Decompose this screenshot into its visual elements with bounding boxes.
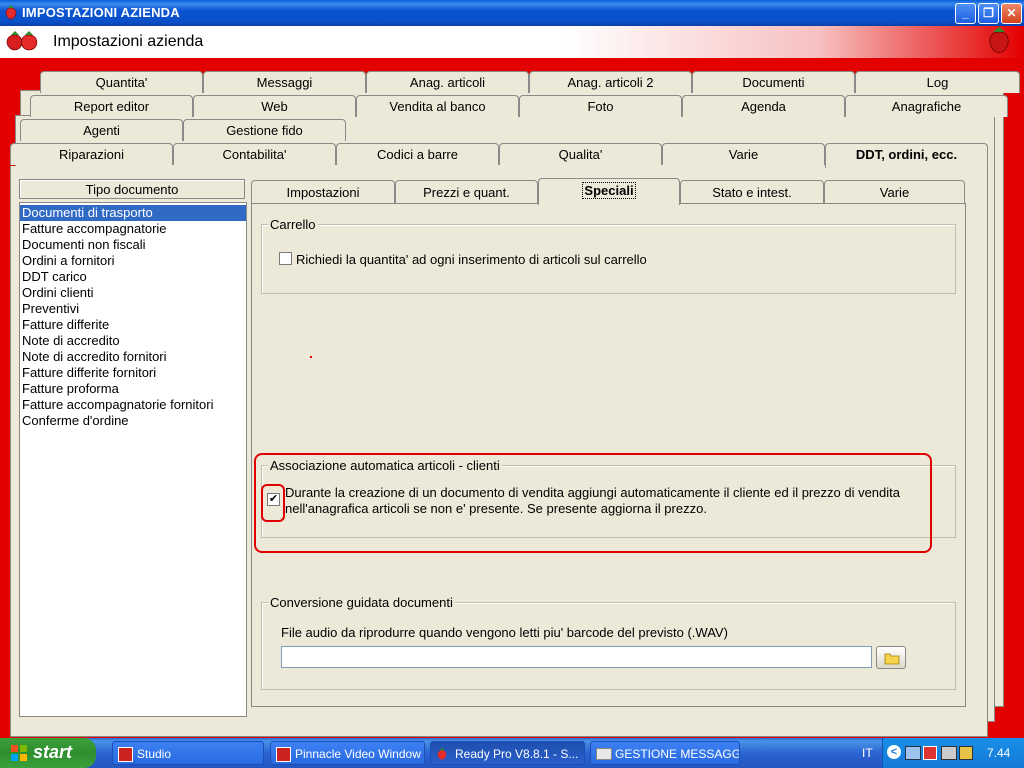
list-item[interactable]: DDT carico <box>20 269 246 285</box>
taskbar-item-pinnacle[interactable]: Pinnacle Video Window <box>270 741 425 765</box>
tab-codici-a-barre[interactable]: Codici a barre <box>336 143 499 165</box>
folder-icon <box>884 651 900 668</box>
tab-documenti[interactable]: Documenti <box>692 71 855 93</box>
red-dot <box>310 356 312 358</box>
tab-varie[interactable]: Varie <box>662 143 825 165</box>
app-icon <box>118 747 133 762</box>
system-tray: < 7.44 <box>882 738 1024 768</box>
clock[interactable]: 7.44 <box>987 746 1010 760</box>
restore-button[interactable]: ❐ <box>978 3 999 24</box>
list-item[interactable]: Preventivi <box>20 301 246 317</box>
tab-riparazioni[interactable]: Riparazioni <box>10 143 173 165</box>
conversione-label: Conversione guidata documenti <box>268 595 455 610</box>
annotation-checkbox-box <box>261 484 285 522</box>
list-item-documenti-di-trasporto[interactable]: Documenti di trasporto <box>20 205 246 221</box>
list-item[interactable]: Fatture accompagnatorie <box>20 221 246 237</box>
app-icon <box>276 747 291 762</box>
tab-web[interactable]: Web <box>193 95 356 117</box>
list-item[interactable]: Ordini clienti <box>20 285 246 301</box>
strawberry-icon <box>436 746 448 764</box>
subtab-prezzi-e-quant[interactable]: Prezzi e quant. <box>395 180 538 204</box>
tab-qualita[interactable]: Qualita' <box>499 143 662 165</box>
security-icon[interactable] <box>923 746 937 760</box>
subtab-speciali[interactable]: Speciali <box>538 178 680 205</box>
network-icon[interactable] <box>905 746 921 760</box>
title-bar[interactable]: IMPOSTAZIONI AZIENDA _ ❐ ✕ <box>0 0 1024 26</box>
page-title: Impostazioni azienda <box>53 33 204 50</box>
chevron-left-icon[interactable]: < <box>887 745 901 759</box>
tab-report-editor[interactable]: Report editor <box>30 95 193 117</box>
close-button[interactable]: ✕ <box>1001 3 1022 24</box>
taskbar: start Studio Pinnacle Video Window Ready… <box>0 738 1024 768</box>
audio-file-label: File audio da riprodurre quando vengono … <box>281 625 728 640</box>
audio-file-input[interactable] <box>281 646 872 668</box>
list-item[interactable]: Note di accredito <box>20 333 246 349</box>
start-label: start <box>33 742 73 762</box>
window-title: IMPOSTAZIONI AZIENDA <box>22 5 180 20</box>
tab-log[interactable]: Log <box>855 71 1020 93</box>
tab-gestione-fido[interactable]: Gestione fido <box>183 119 346 141</box>
list-item[interactable]: Fatture differite <box>20 317 246 333</box>
tab-ddt-ordini[interactable]: DDT, ordini, ecc. <box>825 143 988 168</box>
subtab-stato-e-intest[interactable]: Stato e intest. <box>680 180 824 204</box>
taskbar-item-gestione-messaggi[interactable]: GESTIONE MESSAGGI... <box>590 741 740 765</box>
tab-messaggi[interactable]: Messaggi <box>203 71 366 93</box>
minimize-button[interactable]: _ <box>955 3 976 24</box>
language-indicator[interactable]: IT <box>862 746 873 760</box>
tab-contabilita[interactable]: Contabilita' <box>173 143 336 165</box>
start-button[interactable]: start <box>0 738 96 768</box>
carrello-checkbox-label: Richiedi la quantita' ad ogni inseriment… <box>296 252 647 267</box>
hardware-icon[interactable] <box>941 746 957 760</box>
tab-vendita-al-banco[interactable]: Vendita al banco <box>356 95 519 117</box>
tab-anag-articoli-2[interactable]: Anag. articoli 2 <box>529 71 692 93</box>
annotation-highlight-box <box>254 453 932 553</box>
tab-foto[interactable]: Foto <box>519 95 682 117</box>
list-item[interactable]: Note di accredito fornitori <box>20 349 246 365</box>
windows-logo-icon <box>10 744 28 767</box>
carrello-checkbox[interactable] <box>279 252 292 265</box>
taskbar-item-ready-pro[interactable]: Ready Pro V8.8.1 - S... <box>430 741 585 765</box>
envelope-icon <box>596 748 612 760</box>
browse-folder-button[interactable] <box>876 646 906 669</box>
header-band: Impostazioni azienda <box>0 26 1024 58</box>
list-item[interactable]: Fatture proforma <box>20 381 246 397</box>
tab-anag-articoli[interactable]: Anag. articoli <box>366 71 529 93</box>
strawberries-logo-icon <box>3 29 41 56</box>
taskbar-item-studio[interactable]: Studio <box>112 741 264 765</box>
tab-agenda[interactable]: Agenda <box>682 95 845 117</box>
list-item[interactable]: Fatture accompagnatorie fornitori <box>20 397 246 413</box>
list-item[interactable]: Conferme d'ordine <box>20 413 246 429</box>
tab-anagrafiche[interactable]: Anagrafiche <box>845 95 1008 117</box>
list-item[interactable]: Fatture differite fornitori <box>20 365 246 381</box>
list-item[interactable]: Ordini a fornitori <box>20 253 246 269</box>
strawberry-icon <box>4 5 18 24</box>
volume-icon[interactable] <box>959 746 973 760</box>
doc-type-header: Tipo documento <box>19 179 245 199</box>
carrello-label: Carrello <box>268 217 318 232</box>
strawberry-decoration-icon <box>986 26 1012 59</box>
tab-agenti[interactable]: Agenti <box>20 119 183 141</box>
tab-quantita[interactable]: Quantita' <box>40 71 203 93</box>
subtab-impostazioni[interactable]: Impostazioni <box>251 180 395 204</box>
subtab-varie[interactable]: Varie <box>824 180 965 204</box>
doc-type-list[interactable]: Documenti di trasporto Fatture accompagn… <box>19 202 247 717</box>
list-item[interactable]: Documenti non fiscali <box>20 237 246 253</box>
